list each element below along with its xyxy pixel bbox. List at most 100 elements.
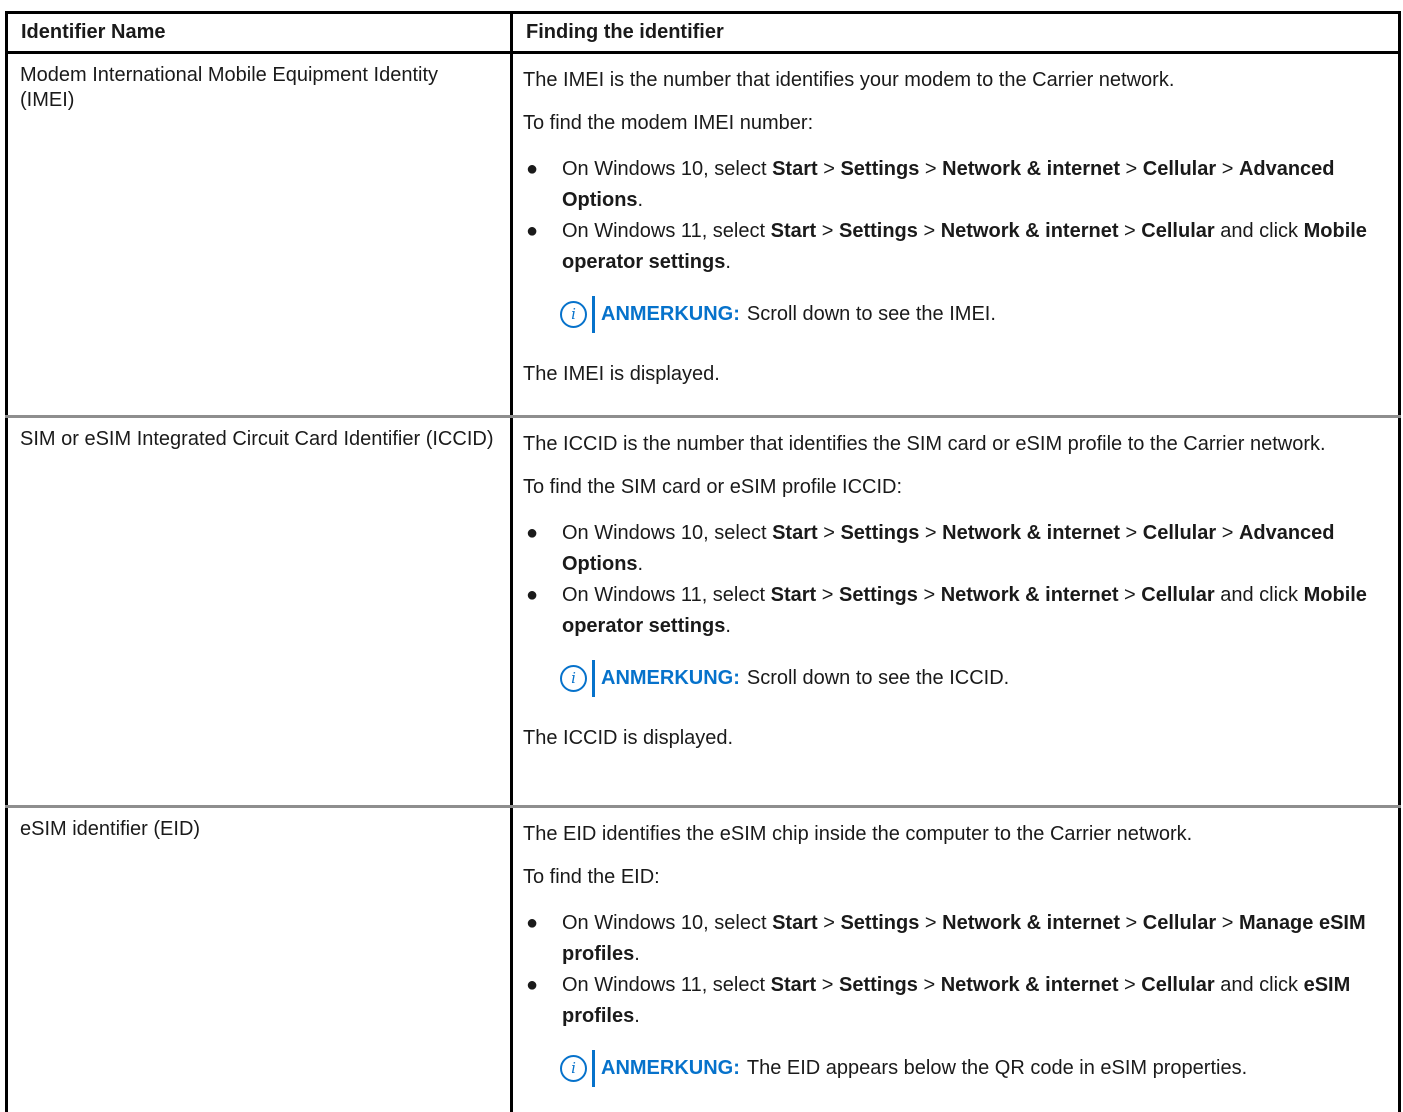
menu-path-network: Network & internet	[940, 584, 1119, 606]
menu-path-settings: Settings	[840, 912, 920, 934]
period: .	[634, 943, 640, 965]
identifier-instructions-cell: The EID identifies the eSIM chip inside …	[511, 806, 1401, 1112]
intro-text: The ICCID is the number that identifies …	[523, 433, 1326, 455]
menu-path-cellular: Cellular	[1141, 220, 1215, 242]
step-text: and click	[1214, 584, 1304, 606]
path-separator: >	[1119, 912, 1143, 934]
list-item-windows10: ● On Windows 10, select Start > Settings …	[523, 908, 1385, 970]
path-separator: >	[1119, 158, 1143, 180]
menu-path-settings: Settings	[838, 974, 918, 996]
path-separator: >	[1119, 522, 1143, 544]
period: .	[634, 1005, 640, 1027]
note-label: ANMERKUNG:	[601, 303, 740, 325]
path-separator: >	[1118, 220, 1142, 242]
bullet-icon: ●	[526, 220, 539, 242]
step-text: On Windows 11, select	[562, 220, 771, 242]
path-separator: >	[917, 584, 941, 606]
period: .	[725, 615, 731, 637]
period: .	[637, 553, 644, 575]
identifier-name-cell: Modem International Mobile Equipment Ide…	[5, 52, 513, 418]
header-identifier-name: Identifier Name	[5, 11, 513, 54]
path-separator: >	[919, 158, 943, 180]
note-callout: i ANMERKUNG: Scroll down to see the ICCI…	[560, 660, 1385, 697]
path-separator: >	[816, 220, 839, 242]
bullet-icon: ●	[526, 584, 539, 606]
note-text: Scroll down to see the ICCID.	[746, 667, 1010, 689]
info-icon: i	[560, 665, 587, 692]
identifier-table: Identifier Name Finding the identifier M…	[5, 11, 1401, 1112]
menu-path-network: Network & internet	[940, 220, 1119, 242]
menu-path-settings: Settings	[840, 158, 920, 180]
step-text: On Windows 11, select	[562, 974, 771, 996]
note-callout: i ANMERKUNG: Scroll down to see the IMEI…	[560, 296, 1385, 333]
note-text: The EID appears below the QR code in eSI…	[746, 1057, 1248, 1079]
step-text: and click	[1214, 220, 1304, 242]
find-text: To find the EID:	[523, 866, 660, 888]
menu-path-cellular: Cellular	[1142, 158, 1217, 180]
find-text: To find the modem IMEI number:	[523, 112, 814, 134]
note-callout: i ANMERKUNG: The EID appears below the Q…	[560, 1050, 1385, 1087]
info-icon: i	[560, 301, 587, 328]
menu-path-start: Start	[772, 912, 818, 934]
path-separator: >	[817, 158, 841, 180]
menu-path-settings: Settings	[838, 584, 918, 606]
menu-path-cellular: Cellular	[1141, 584, 1215, 606]
menu-path-start: Start	[772, 158, 818, 180]
result-text: The IMEI is displayed.	[523, 363, 720, 385]
find-text: To find the SIM card or eSIM profile ICC…	[523, 476, 903, 498]
path-separator: >	[1216, 912, 1239, 934]
period: .	[637, 189, 644, 211]
table-row-eid: eSIM identifier (EID) The EID identifies…	[5, 806, 1401, 1112]
note-text: Scroll down to see the IMEI.	[746, 303, 996, 325]
menu-path-start: Start	[772, 522, 818, 544]
intro-text: The EID identifies the eSIM chip inside …	[523, 823, 1193, 845]
menu-path-start: Start	[770, 974, 817, 996]
table-row-imei: Modem International Mobile Equipment Ide…	[5, 52, 1401, 418]
header-finding-identifier: Finding the identifier	[510, 11, 1401, 54]
path-separator: >	[817, 522, 841, 544]
path-separator: >	[1118, 974, 1142, 996]
document-page: Identifier Name Finding the identifier M…	[0, 0, 1403, 1112]
list-item-windows11: ● On Windows 11, select Start > Settings …	[523, 970, 1385, 1032]
menu-path-cellular: Cellular	[1142, 522, 1217, 544]
menu-path-network: Network & internet	[942, 158, 1120, 180]
menu-path-network: Network & internet	[942, 522, 1120, 544]
bullet-icon: ●	[526, 522, 539, 544]
identifier-instructions-cell: The ICCID is the number that identifies …	[511, 416, 1401, 808]
table-header-row: Identifier Name Finding the identifier	[5, 11, 1401, 54]
menu-path-start: Start	[770, 584, 817, 606]
menu-path-network: Network & internet	[940, 974, 1119, 996]
step-text: On Windows 10, select	[562, 912, 773, 934]
identifier-name-cell: eSIM identifier (EID)	[5, 806, 513, 1112]
table-row-iccid: SIM or eSIM Integrated Circuit Card Iden…	[5, 416, 1401, 808]
path-separator: >	[917, 974, 941, 996]
intro-text: The IMEI is the number that identifies y…	[523, 69, 1175, 91]
note-divider	[592, 660, 595, 697]
path-separator: >	[817, 912, 841, 934]
period: .	[725, 251, 731, 273]
path-separator: >	[919, 912, 943, 934]
note-label: ANMERKUNG:	[601, 667, 740, 689]
info-icon: i	[560, 1055, 587, 1082]
menu-path-cellular: Cellular	[1141, 974, 1215, 996]
menu-path-settings: Settings	[838, 220, 918, 242]
path-separator: >	[816, 974, 839, 996]
menu-path-network: Network & internet	[942, 912, 1120, 934]
menu-path-start: Start	[770, 220, 817, 242]
path-separator: >	[816, 584, 839, 606]
path-separator: >	[1118, 584, 1142, 606]
step-text: and click	[1214, 974, 1304, 996]
list-item-windows10: ● On Windows 10, select Start > Settings …	[523, 154, 1385, 216]
step-text: On Windows 10, select	[562, 522, 773, 544]
list-item-windows10: ● On Windows 10, select Start > Settings …	[523, 518, 1385, 580]
path-separator: >	[1216, 522, 1239, 544]
menu-path-settings: Settings	[840, 522, 920, 544]
bullet-icon: ●	[526, 912, 539, 934]
bullet-icon: ●	[526, 158, 539, 180]
step-text: On Windows 10, select	[562, 158, 773, 180]
list-item-windows11: ● On Windows 11, select Start > Settings …	[523, 580, 1385, 642]
step-text: On Windows 11, select	[562, 584, 771, 606]
bullet-icon: ●	[526, 974, 539, 996]
note-divider	[592, 296, 595, 333]
menu-path-cellular: Cellular	[1142, 912, 1217, 934]
